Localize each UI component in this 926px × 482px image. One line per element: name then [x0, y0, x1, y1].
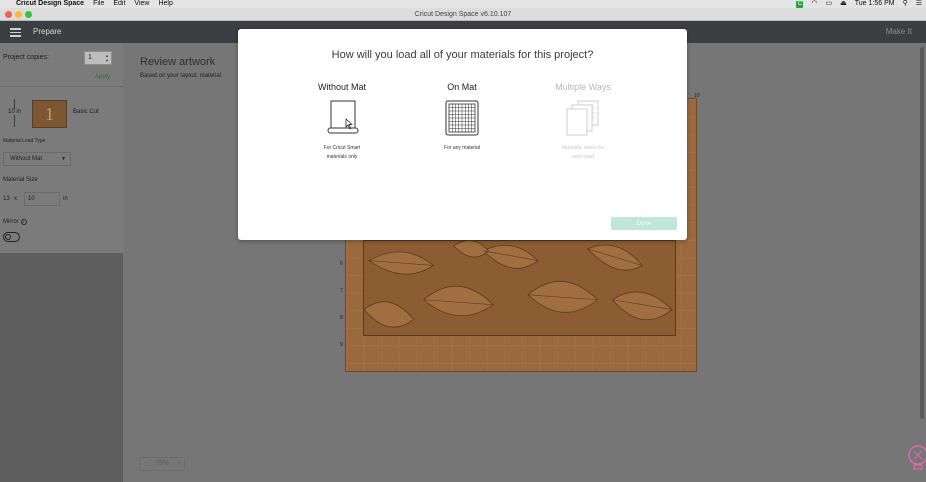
- dialog-title: How will you load all of your materials …: [331, 49, 594, 61]
- page-section-label: Prepare: [33, 27, 62, 36]
- notification-center-icon[interactable]: ☰: [916, 0, 922, 8]
- vertical-scrollbar[interactable]: [920, 47, 924, 419]
- material-width: 13: [3, 196, 10, 202]
- option-desc-line1: Manually select for: [562, 145, 604, 151]
- option-description: Manually select for each load: [533, 144, 633, 162]
- ruler-left-label: 6: [340, 261, 343, 267]
- mirror-label: Mirror i: [3, 219, 27, 225]
- mat-grid-icon: [445, 100, 479, 136]
- copies-stepper-icon[interactable]: ▲ ▼: [105, 53, 109, 63]
- option-title: Without Mat: [317, 82, 366, 92]
- help-lightbulb-icon[interactable]: [904, 441, 926, 481]
- mat-size-label: 10 in: [8, 109, 22, 115]
- window-title: Cricut Design Space v6.10.107: [414, 11, 512, 18]
- option-without-mat[interactable]: Without Mat For Cricut Smart materials o…: [292, 82, 392, 162]
- option-multiple-ways[interactable]: Multiple Ways Manually select for each l…: [533, 82, 633, 162]
- ruler-left-label: 9: [340, 342, 343, 348]
- clock-text[interactable]: Tue 1:56 PM: [855, 0, 895, 8]
- material-height-input[interactable]: 10: [24, 192, 60, 206]
- mat-name: Basic Cut: [73, 109, 99, 115]
- cricut-status-icon[interactable]: C: [796, 0, 804, 8]
- leaf-pattern-image: [364, 241, 673, 328]
- window-titlebar: Cricut Design Space v6.10.107: [0, 8, 926, 21]
- menu-app-name[interactable]: Cricut Design Space: [16, 0, 84, 8]
- option-description: For Cricut Smart materials only: [292, 144, 392, 162]
- option-desc-line2: each load: [572, 154, 594, 160]
- material-load-type-select[interactable]: Without Mat ▼: [3, 152, 71, 166]
- material-height-value: 10: [28, 196, 35, 202]
- material-load-type-label: Material Load Type: [3, 138, 46, 144]
- panel-divider: [0, 86, 123, 87]
- material-size-label: Material Size: [3, 177, 38, 183]
- wifi-icon[interactable]: ◠: [811, 0, 817, 8]
- airplay-icon[interactable]: ▭: [826, 0, 833, 8]
- material-unit: in: [63, 196, 68, 202]
- done-button[interactable]: Done: [611, 217, 677, 230]
- zoom-level: 75%: [154, 460, 169, 467]
- multi-sheet-icon: [566, 100, 600, 136]
- project-copies-label: Project copies:: [3, 54, 49, 61]
- mat-thumbnail[interactable]: 1: [32, 100, 67, 128]
- apply-button[interactable]: Apply: [95, 74, 110, 80]
- make-it-button[interactable]: Make It: [886, 21, 912, 43]
- menu-edit[interactable]: Edit: [113, 0, 125, 8]
- ruler-left-label: 8: [340, 315, 343, 321]
- leaf-artwork[interactable]: [363, 240, 676, 336]
- material-size-x: x: [14, 196, 17, 202]
- zoom-out-button[interactable]: −: [144, 458, 148, 470]
- material-load-type-value: Without Mat: [10, 156, 43, 162]
- option-description: For any material: [412, 144, 512, 153]
- project-copies-input[interactable]: 1 ▲ ▼: [84, 51, 112, 65]
- menu-view[interactable]: View: [134, 0, 149, 8]
- option-desc-line1: For Cricut Smart: [323, 145, 361, 151]
- mat-number: 1: [45, 104, 54, 124]
- menu-help[interactable]: Help: [158, 0, 172, 8]
- option-title: On Mat: [447, 82, 477, 92]
- left-panel: Project copies: 1 ▲ ▼ Apply 10 in 1 Basic…: [0, 43, 123, 482]
- system-menubar: Cricut Design Space File Edit View Help …: [0, 0, 926, 8]
- page-subtitle: Based on your layout, material: [140, 73, 222, 79]
- mirror-label-text: Mirror: [3, 219, 19, 225]
- page-title: Review artwork: [140, 56, 216, 68]
- zoom-control[interactable]: − 75% +: [139, 457, 185, 471]
- toggle-knob: [5, 234, 11, 240]
- eject-icon[interactable]: ⏏: [840, 0, 847, 8]
- spotlight-search-icon[interactable]: ⚲: [903, 0, 908, 8]
- option-title: Multiple Ways: [555, 82, 611, 92]
- info-icon[interactable]: i: [20, 219, 27, 225]
- option-desc-line2: materials only: [326, 154, 358, 160]
- option-on-mat[interactable]: On Mat For any material: [412, 82, 512, 153]
- option-desc-line1: For any material: [443, 145, 481, 151]
- mirror-toggle[interactable]: [3, 232, 20, 242]
- hamburger-menu-icon[interactable]: [10, 28, 21, 37]
- roll-icon: [325, 100, 359, 136]
- project-copies-value: 1: [88, 54, 92, 61]
- chevron-down-icon: ▼: [61, 156, 66, 162]
- load-materials-dialog: How will you load all of your materials …: [238, 29, 687, 240]
- menu-file[interactable]: File: [93, 0, 104, 8]
- ruler-left-label: 7: [340, 288, 343, 294]
- zoom-in-button[interactable]: +: [176, 458, 180, 470]
